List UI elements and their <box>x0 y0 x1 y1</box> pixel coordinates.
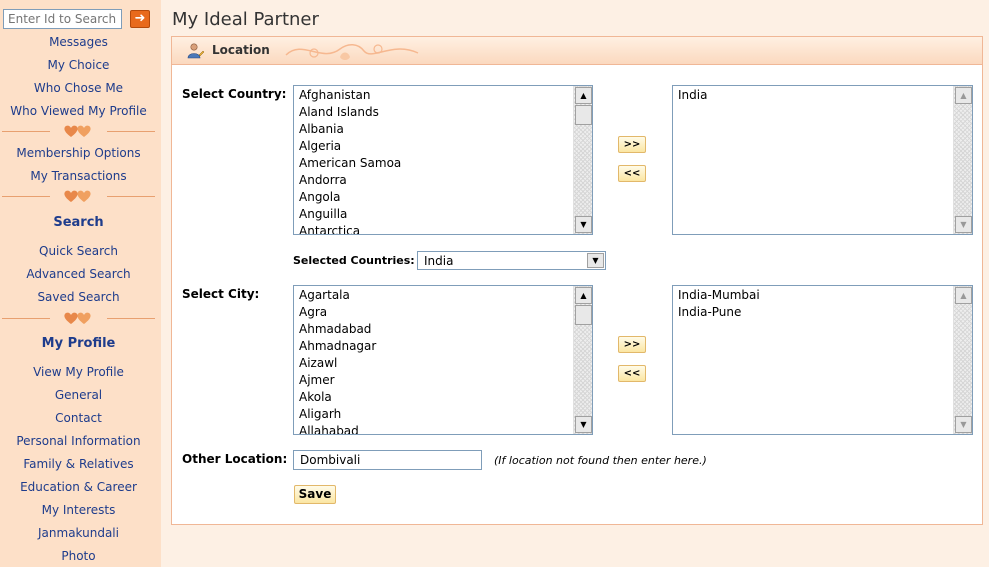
id-search-input[interactable] <box>3 9 122 29</box>
list-item[interactable]: Aligarh <box>299 406 376 423</box>
list-item[interactable]: Ajmer <box>299 372 376 389</box>
list-item[interactable]: Andorra <box>299 172 401 189</box>
list-item[interactable]: Agra <box>299 304 376 321</box>
sidebar-item-view-my-profile[interactable]: View My Profile <box>0 365 157 380</box>
list-item[interactable]: Allahabad <box>299 423 376 434</box>
list-item[interactable]: Afghanistan <box>299 87 401 104</box>
scrollbar[interactable]: ▲ ▼ <box>573 86 592 234</box>
remove-city-button[interactable]: << <box>618 365 646 382</box>
sidebar-item-membership-options[interactable]: Membership Options <box>0 146 157 161</box>
list-item[interactable]: India-Pune <box>678 304 760 321</box>
remove-country-button[interactable]: << <box>618 165 646 182</box>
selected-countries-select[interactable]: India ▼ <box>417 251 606 270</box>
sidebar-item-messages[interactable]: Messages <box>0 35 157 50</box>
list-item[interactable]: Angola <box>299 189 401 206</box>
list-item[interactable]: Agartala <box>299 287 376 304</box>
other-location-input[interactable] <box>293 450 482 470</box>
sidebar-item-education-career[interactable]: Education & Career <box>0 480 157 495</box>
select-city-label: Select City: <box>182 287 260 301</box>
list-item[interactable]: Antarctica <box>299 223 401 234</box>
scroll-down-icon[interactable]: ▼ <box>955 416 972 433</box>
hearts-icon <box>64 190 91 202</box>
sidebar-item-janmakundali[interactable]: Janmakundali <box>0 526 157 541</box>
sidebar-item-my-interests[interactable]: My Interests <box>0 503 157 518</box>
list-item[interactable]: Akola <box>299 389 376 406</box>
sidebar-item-photo[interactable]: Photo <box>0 549 157 564</box>
sidebar-item-general[interactable]: General <box>0 388 157 403</box>
sidebar-heading-search: Search <box>53 215 104 230</box>
select-country-label: Select Country: <box>182 87 287 101</box>
other-location-label: Other Location: <box>182 452 288 466</box>
list-item[interactable]: American Samoa <box>299 155 401 172</box>
sidebar-heading-my-profile: My Profile <box>41 336 116 351</box>
country-available-list[interactable]: Afghanistan Aland Islands Albania Algeri… <box>293 85 593 235</box>
add-country-button[interactable]: >> <box>618 136 646 153</box>
panel-header: Location <box>172 37 982 65</box>
hearts-icon <box>64 125 91 137</box>
sidebar-item-saved-search[interactable]: Saved Search <box>0 290 157 305</box>
selected-countries-label: Selected Countries: <box>293 254 415 267</box>
country-selected-list[interactable]: India ▲ ▼ <box>672 85 973 235</box>
id-search-go-button[interactable]: ➜ <box>130 10 150 28</box>
list-item[interactable]: Anguilla <box>299 206 401 223</box>
scroll-up-icon[interactable]: ▲ <box>955 287 972 304</box>
list-item[interactable]: Aizawl <box>299 355 376 372</box>
scroll-thumb[interactable] <box>575 105 592 125</box>
list-item[interactable]: India-Mumbai <box>678 287 760 304</box>
selected-countries-value: India <box>424 254 454 268</box>
sidebar-item-my-transactions[interactable]: My Transactions <box>0 169 157 184</box>
list-item[interactable]: Ahmadnagar <box>299 338 376 355</box>
sidebar-item-personal-information[interactable]: Personal Information <box>0 434 157 449</box>
scroll-down-icon[interactable]: ▼ <box>955 216 972 233</box>
list-item[interactable]: Albania <box>299 121 401 138</box>
city-available-list[interactable]: Agartala Agra Ahmadabad Ahmadnagar Aizaw… <box>293 285 593 435</box>
sidebar-item-contact[interactable]: Contact <box>0 411 157 426</box>
sidebar-item-quick-search[interactable]: Quick Search <box>0 244 157 259</box>
location-panel: Location Select Country: Afghanistan Ala… <box>171 36 983 525</box>
sidebar-item-family-relatives[interactable]: Family & Relatives <box>0 457 157 472</box>
panel-title: Location <box>212 43 270 57</box>
scroll-up-icon[interactable]: ▲ <box>955 87 972 104</box>
scrollbar[interactable]: ▲ ▼ <box>953 86 972 234</box>
scroll-up-icon[interactable]: ▲ <box>575 287 592 304</box>
add-city-button[interactable]: >> <box>618 336 646 353</box>
sidebar-item-advanced-search[interactable]: Advanced Search <box>0 267 157 282</box>
sidebar-item-who-chose-me[interactable]: Who Chose Me <box>0 81 157 96</box>
scroll-up-icon[interactable]: ▲ <box>575 87 592 104</box>
section-divider <box>0 189 157 203</box>
chevron-down-icon[interactable]: ▼ <box>587 253 604 268</box>
city-selected-list[interactable]: India-Mumbai India-Pune ▲ ▼ <box>672 285 973 435</box>
list-item[interactable]: Algeria <box>299 138 401 155</box>
sidebar-item-who-viewed-my-profile[interactable]: Who Viewed My Profile <box>0 104 157 119</box>
list-item[interactable]: Aland Islands <box>299 104 401 121</box>
swirl-ornament <box>285 44 419 60</box>
scroll-thumb[interactable] <box>575 305 592 325</box>
section-divider <box>0 311 157 325</box>
user-edit-icon <box>187 43 205 59</box>
section-divider <box>0 124 157 138</box>
scrollbar[interactable]: ▲ ▼ <box>953 286 972 434</box>
scroll-down-icon[interactable]: ▼ <box>575 216 592 233</box>
list-item[interactable]: Ahmadabad <box>299 321 376 338</box>
save-button[interactable]: Save <box>294 485 336 504</box>
page-title: My Ideal Partner <box>172 9 319 30</box>
hearts-icon <box>64 312 91 324</box>
sidebar: ➜ Messages My Choice Who Chose Me Who Vi… <box>0 0 161 567</box>
other-location-hint: (If location not found then enter here.) <box>494 454 707 467</box>
scrollbar[interactable]: ▲ ▼ <box>573 286 592 434</box>
arrow-right-icon: ➜ <box>134 11 146 26</box>
sidebar-item-my-choice[interactable]: My Choice <box>0 58 157 73</box>
scroll-down-icon[interactable]: ▼ <box>575 416 592 433</box>
list-item[interactable]: India <box>678 87 707 104</box>
